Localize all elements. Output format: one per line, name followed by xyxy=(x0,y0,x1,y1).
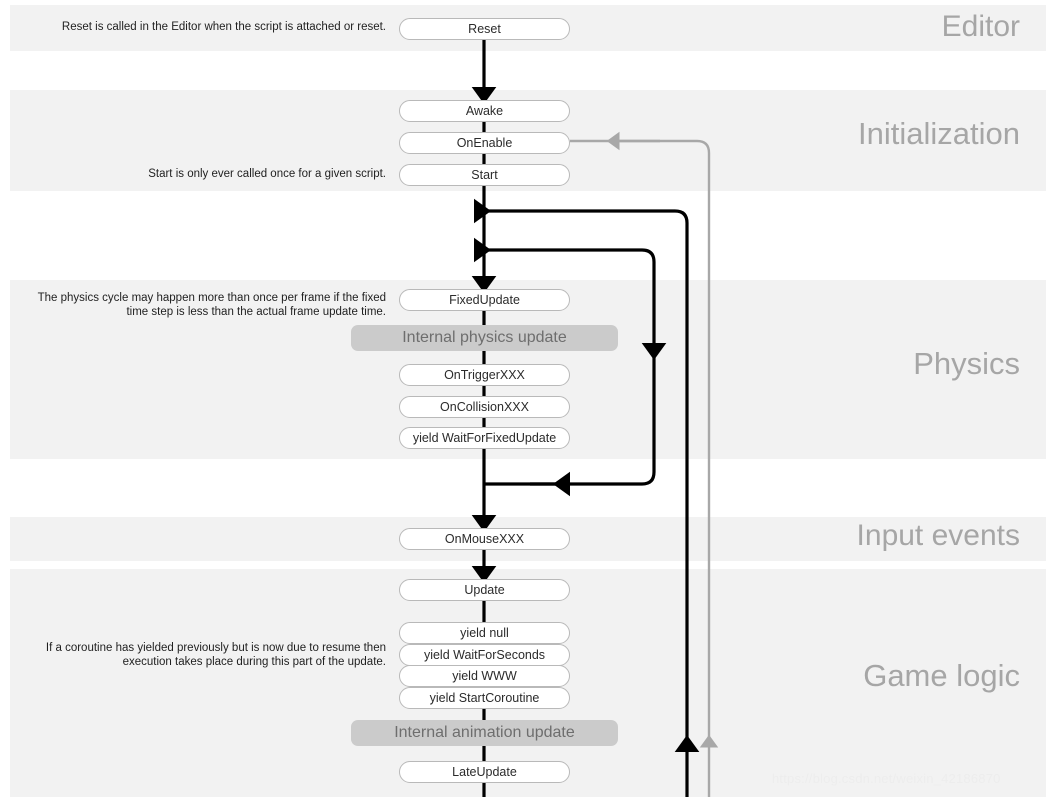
node-yield-wait-for-fixed-update: yield WaitForFixedUpdate xyxy=(399,427,570,449)
note-start: Start is only ever called once for a giv… xyxy=(148,168,386,180)
node-update: Update xyxy=(399,579,570,601)
node-awake: Awake xyxy=(399,100,570,122)
diagram-canvas: Editor Initialization Physics Input events G… xyxy=(0,0,1056,797)
node-yield-start-coroutine: yield StartCoroutine xyxy=(399,687,570,709)
node-start: Start xyxy=(399,164,570,186)
node-yield-www: yield WWW xyxy=(399,665,570,687)
node-yield-wait-for-seconds: yield WaitForSeconds xyxy=(399,644,570,666)
note-coroutine: If a coroutine has yielded previously bu… xyxy=(45,642,386,668)
note-physics-cycle: The physics cycle may happen more than o… xyxy=(37,292,386,318)
note-reset: Reset is called in the Editor when the s… xyxy=(61,21,386,33)
node-yield-null: yield null xyxy=(399,622,570,644)
node-fixed-update: FixedUpdate xyxy=(399,289,570,311)
bar-internal-physics-update: Internal physics update xyxy=(351,325,618,351)
watermark-text: https://blog.csdn.net/weixin_42186870 xyxy=(772,771,1001,786)
node-on-enable: OnEnable xyxy=(399,132,570,154)
bar-internal-animation-update: Internal animation update xyxy=(351,720,618,746)
node-late-update: LateUpdate xyxy=(399,761,570,783)
node-on-trigger-xxx: OnTriggerXXX xyxy=(399,364,570,386)
node-on-mouse-xxx: OnMouseXXX xyxy=(399,528,570,550)
node-reset: Reset xyxy=(399,18,570,40)
node-on-collision-xxx: OnCollisionXXX xyxy=(399,396,570,418)
